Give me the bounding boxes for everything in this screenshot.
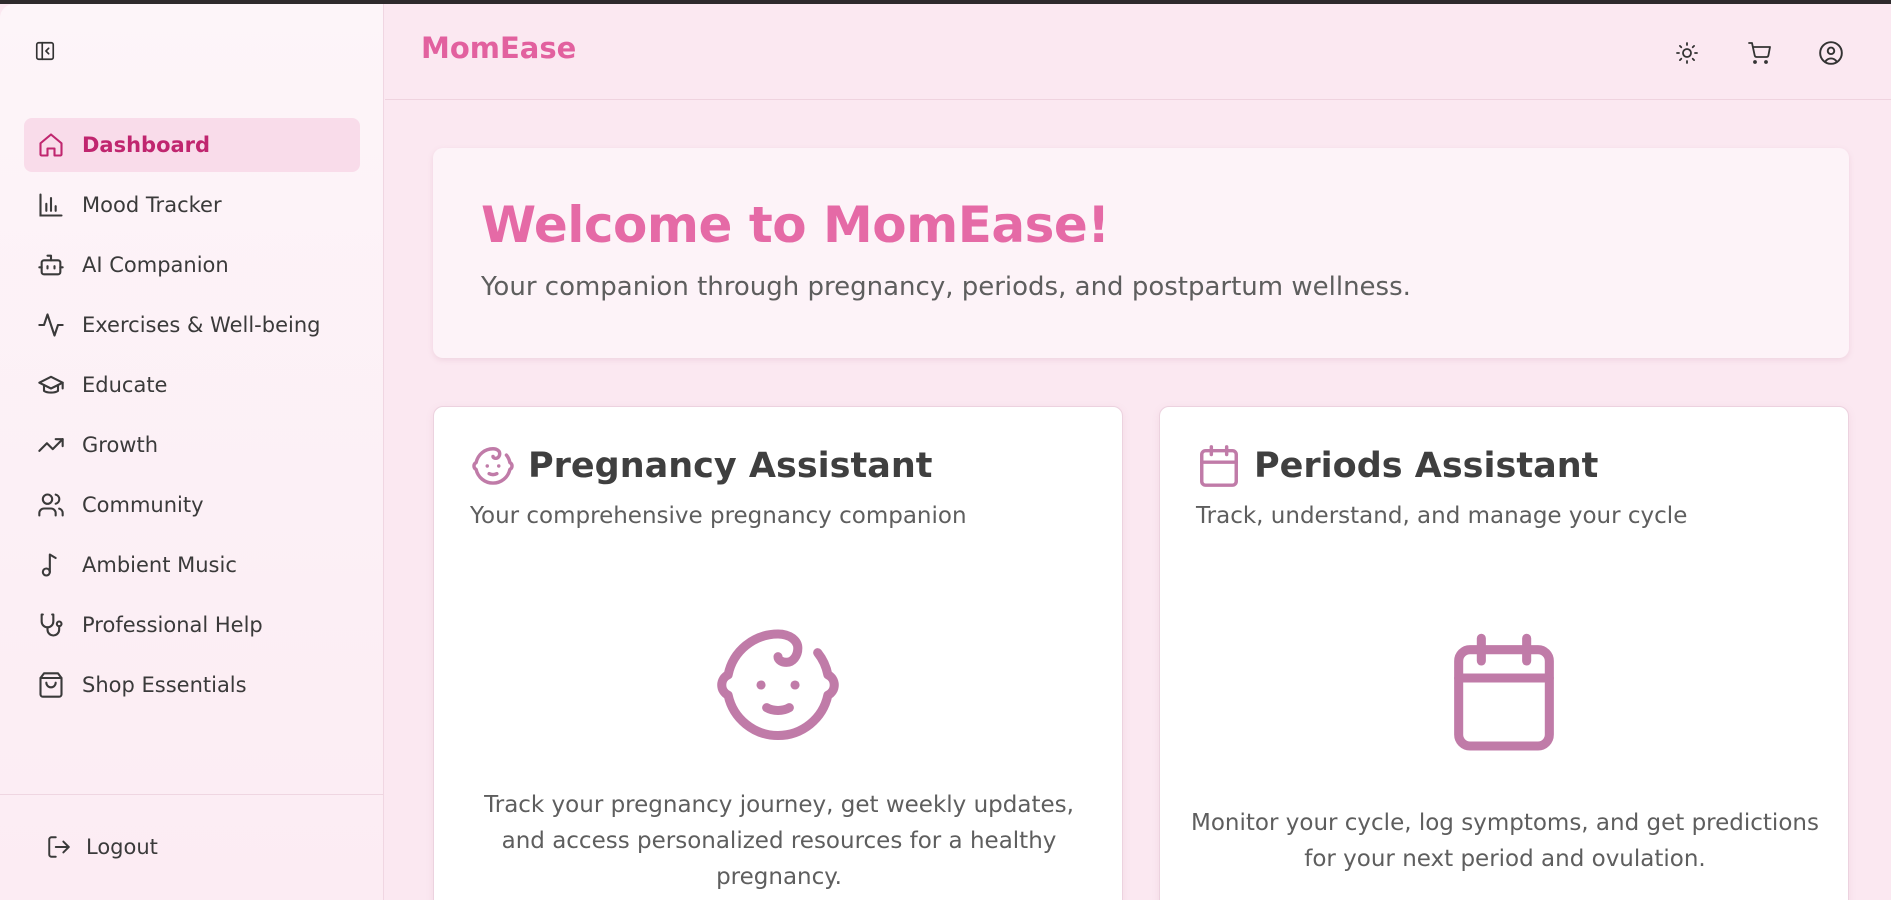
shopping-bag-icon xyxy=(36,670,66,700)
welcome-card: Welcome to MomEase! Your companion throu… xyxy=(433,148,1849,358)
sidebar-item-mood-tracker[interactable]: Mood Tracker xyxy=(24,178,360,232)
card-description: Track your pregnancy journey, get weekly… xyxy=(484,792,1074,890)
sidebar-item-label: Mood Tracker xyxy=(82,193,222,217)
brand-logo[interactable]: MomEase xyxy=(421,31,576,65)
welcome-subtitle: Your companion through pregnancy, period… xyxy=(481,272,1411,302)
sidebar-item-shop-essentials[interactable]: Shop Essentials xyxy=(24,658,360,712)
periods-assistant-card[interactable]: Periods Assistant Track, understand, and… xyxy=(1159,406,1849,900)
baby-icon xyxy=(470,443,516,489)
sidebar-item-label: Exercises & Well-being xyxy=(82,313,321,337)
sidebar-item-label: Dashboard xyxy=(82,133,211,157)
panel-left-close-icon[interactable] xyxy=(32,38,58,64)
sidebar-item-label: AI Companion xyxy=(82,253,229,277)
sidebar-item-professional-help[interactable]: Professional Help xyxy=(24,598,360,652)
card-title: Periods Assistant xyxy=(1196,443,1598,489)
stethoscope-icon xyxy=(36,610,66,640)
logout-label: Logout xyxy=(86,835,158,859)
bot-icon xyxy=(36,250,66,280)
sidebar-item-label: Educate xyxy=(82,373,168,397)
logout-button[interactable]: Logout xyxy=(44,832,158,862)
sidebar-item-ambient-music[interactable]: Ambient Music xyxy=(24,538,360,592)
card-title-text: Pregnancy Assistant xyxy=(528,446,933,486)
sidebar-item-educate[interactable]: Educate xyxy=(24,358,360,412)
sidebar-item-label: Community xyxy=(82,493,204,517)
pregnancy-assistant-card[interactable]: Pregnancy Assistant Your comprehensive p… xyxy=(433,406,1123,900)
trending-up-icon xyxy=(36,430,66,460)
activity-icon xyxy=(36,310,66,340)
bar-chart-icon xyxy=(36,190,66,220)
calendar-icon xyxy=(1160,627,1848,763)
sidebar-item-exercises[interactable]: Exercises & Well-being xyxy=(24,298,360,352)
welcome-title: Welcome to MomEase! xyxy=(481,196,1110,254)
top-header: MomEase xyxy=(385,4,1891,100)
sidebar-item-dashboard[interactable]: Dashboard xyxy=(24,118,360,172)
sidebar-divider xyxy=(0,794,384,795)
sidebar-item-growth[interactable]: Growth xyxy=(24,418,360,472)
users-icon xyxy=(36,490,66,520)
music-icon xyxy=(36,550,66,580)
card-description: Monitor your cycle, log symptoms, and ge… xyxy=(1191,810,1819,872)
sidebar-nav: Dashboard Mood Tracker AI Companion Exer… xyxy=(24,118,360,718)
sidebar-item-community[interactable]: Community xyxy=(24,478,360,532)
card-title: Pregnancy Assistant xyxy=(470,443,932,489)
sidebar-item-label: Growth xyxy=(82,433,159,457)
sun-icon[interactable] xyxy=(1673,39,1701,67)
logout-icon xyxy=(44,832,74,862)
sidebar-item-label: Ambient Music xyxy=(82,553,237,577)
user-circle-icon[interactable] xyxy=(1817,39,1845,67)
card-title-text: Periods Assistant xyxy=(1254,446,1599,486)
baby-icon xyxy=(434,617,1122,753)
cart-icon[interactable] xyxy=(1745,39,1773,67)
home-icon xyxy=(36,130,66,160)
calendar-icon xyxy=(1196,443,1242,489)
graduation-cap-icon xyxy=(36,370,66,400)
sidebar-item-label: Professional Help xyxy=(82,613,263,637)
sidebar-item-ai-companion[interactable]: AI Companion xyxy=(24,238,360,292)
card-subtitle: Your comprehensive pregnancy companion xyxy=(470,503,967,529)
sidebar-item-label: Shop Essentials xyxy=(82,673,247,697)
card-subtitle: Track, understand, and manage your cycle xyxy=(1196,503,1688,529)
sidebar: Dashboard Mood Tracker AI Companion Exer… xyxy=(0,4,384,900)
